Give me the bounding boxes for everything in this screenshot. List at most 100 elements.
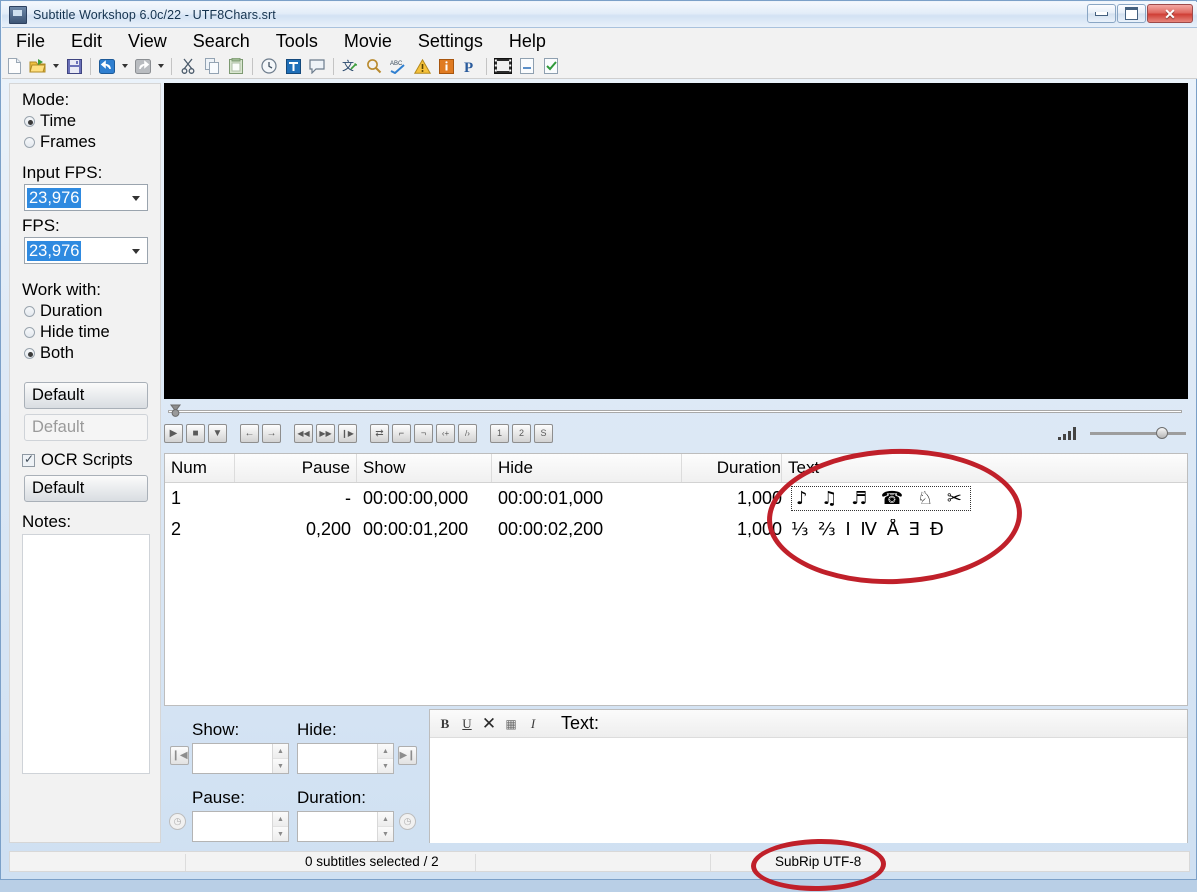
start-subtitle-button[interactable]: ‹+	[436, 424, 455, 443]
fps-combo[interactable]: 23,976	[24, 237, 148, 264]
stepper-down-icon[interactable]: ▼	[273, 759, 288, 773]
paste-icon[interactable]	[225, 56, 247, 77]
menu-settings[interactable]: Settings	[405, 28, 496, 54]
set-show-time-button[interactable]: ⌐	[392, 424, 411, 443]
step-back-button[interactable]: ←	[240, 424, 259, 443]
skip-to-next-icon[interactable]: ▶❙	[398, 746, 417, 765]
cut-icon[interactable]	[177, 56, 199, 77]
hide-field-stepper[interactable]: ▲▼	[377, 744, 393, 773]
volume-slider[interactable]	[1090, 426, 1186, 440]
open-dropdown-arrow[interactable]	[53, 64, 59, 68]
undo-dropdown-arrow[interactable]	[122, 64, 128, 68]
column-header-num[interactable]: Num	[165, 454, 235, 482]
maximize-button[interactable]	[1117, 4, 1146, 23]
menu-file[interactable]: File	[2, 28, 58, 54]
mark-point-two-button[interactable]: 2	[512, 424, 531, 443]
clock-right-icon[interactable]: ◷	[399, 813, 416, 830]
show-subtitle-icon[interactable]	[516, 56, 538, 77]
fps-chevron-down-icon[interactable]	[132, 249, 140, 254]
show-field-stepper[interactable]: ▲▼	[272, 744, 288, 773]
hide-field[interactable]: ▲▼	[297, 743, 394, 774]
pause-field-input[interactable]	[193, 812, 272, 841]
information-icon[interactable]	[435, 56, 457, 77]
copy-icon[interactable]	[201, 56, 223, 77]
menu-movie[interactable]: Movie	[331, 28, 405, 54]
time-adjust-icon[interactable]	[258, 56, 280, 77]
video-screen[interactable]	[164, 83, 1188, 399]
input-fps-chevron-down-icon[interactable]	[132, 196, 140, 201]
redo-dropdown-arrow[interactable]	[158, 64, 164, 68]
error-check-icon[interactable]	[411, 56, 433, 77]
hide-field-input[interactable]	[298, 744, 377, 773]
volume-knob[interactable]	[1156, 427, 1168, 439]
work-with-duration[interactable]: Duration	[24, 301, 160, 322]
translation-icon[interactable]: 文	[339, 56, 361, 77]
duration-field[interactable]: ▲▼	[297, 811, 394, 842]
play-button[interactable]: ▶	[164, 424, 183, 443]
clock-left-icon[interactable]: ◷	[169, 813, 186, 830]
stop-button[interactable]: ■	[186, 424, 205, 443]
column-header-pause[interactable]: Pause	[235, 454, 357, 482]
italic-button[interactable]: I	[522, 713, 544, 734]
show-field-input[interactable]	[193, 744, 272, 773]
set-hide-time-button[interactable]: ¬	[414, 424, 433, 443]
table-row[interactable]: 2 0,200 00:00:01,200 00:00:02,200 1,000 …	[165, 514, 1187, 545]
stepper-up-icon[interactable]: ▲	[273, 744, 288, 759]
pause-field[interactable]: ▲▼	[192, 811, 289, 842]
mark-point-one-button[interactable]: 1	[490, 424, 509, 443]
stepper-up-icon[interactable]: ▲	[378, 744, 393, 759]
menu-search[interactable]: Search	[180, 28, 263, 54]
apply-subtitle-icon[interactable]	[540, 56, 562, 77]
rewind-button[interactable]: ◀◀	[294, 424, 313, 443]
show-field[interactable]: ▲▼	[192, 743, 289, 774]
search-icon[interactable]	[363, 56, 385, 77]
table-row[interactable]: 1 - 00:00:00,000 00:00:01,000 1,000 ♪ ♫ …	[165, 483, 1187, 514]
input-fps-combo[interactable]: 23,976	[24, 184, 148, 211]
stepper-down-icon[interactable]: ▼	[273, 827, 288, 841]
sync-button[interactable]: S	[534, 424, 553, 443]
work-with-both[interactable]: Both	[24, 343, 160, 364]
column-header-text[interactable]: Text	[782, 454, 1187, 482]
subtitle-text-input[interactable]	[430, 738, 1187, 843]
duration-field-stepper[interactable]: ▲▼	[377, 812, 393, 841]
save-subtitle-icon[interactable]	[63, 56, 85, 77]
work-with-hide-time[interactable]: Hide time	[24, 322, 160, 343]
redo-icon[interactable]	[132, 56, 154, 77]
end-subtitle-button[interactable]: /›	[458, 424, 477, 443]
next-frame-button[interactable]: ❙▶	[338, 424, 357, 443]
ocr-scripts-checkbox[interactable]: OCR Scripts	[22, 451, 160, 470]
font-color-button[interactable]: ▦	[500, 713, 522, 734]
minimize-button[interactable]	[1087, 4, 1116, 23]
alternate-playback-button[interactable]: ⇄	[370, 424, 389, 443]
fast-forward-button[interactable]: ▶▶	[316, 424, 335, 443]
skip-to-previous-icon[interactable]: ❙◀	[170, 746, 189, 765]
open-subtitle-icon[interactable]	[27, 56, 49, 77]
column-header-duration[interactable]: Duration	[682, 454, 782, 482]
close-button[interactable]: ✕	[1147, 4, 1193, 23]
spellcheck-icon[interactable]: ABC	[387, 56, 409, 77]
move-subtitle-down-button[interactable]: ▼	[208, 424, 227, 443]
notes-textarea[interactable]	[22, 534, 150, 774]
duration-field-input[interactable]	[298, 812, 377, 841]
column-header-hide[interactable]: Hide	[492, 454, 682, 482]
column-header-show[interactable]: Show	[357, 454, 492, 482]
stepper-down-icon[interactable]: ▼	[378, 827, 393, 841]
undo-icon[interactable]	[96, 56, 118, 77]
ocr-scripts-combo[interactable]: Default	[24, 475, 148, 502]
video-preview-icon[interactable]	[492, 56, 514, 77]
comment-icon[interactable]	[306, 56, 328, 77]
underline-button[interactable]: U	[456, 713, 478, 734]
new-subtitle-icon[interactable]	[3, 56, 25, 77]
pause-field-stepper[interactable]: ▲▼	[272, 812, 288, 841]
mode-option-frames[interactable]: Frames	[24, 132, 160, 153]
stepper-up-icon[interactable]: ▲	[273, 812, 288, 827]
seek-bar[interactable]	[164, 401, 1188, 421]
subtitle-list[interactable]: Num Pause Show Hide Duration Text 1 - 00…	[164, 453, 1188, 706]
seek-thumb[interactable]	[169, 404, 182, 418]
stepper-down-icon[interactable]: ▼	[378, 759, 393, 773]
menu-help[interactable]: Help	[496, 28, 559, 54]
style-combo[interactable]: Default	[24, 382, 148, 409]
text-tool-icon[interactable]	[282, 56, 304, 77]
pascal-script-icon[interactable]: P	[459, 56, 481, 77]
step-forward-button[interactable]: →	[262, 424, 281, 443]
